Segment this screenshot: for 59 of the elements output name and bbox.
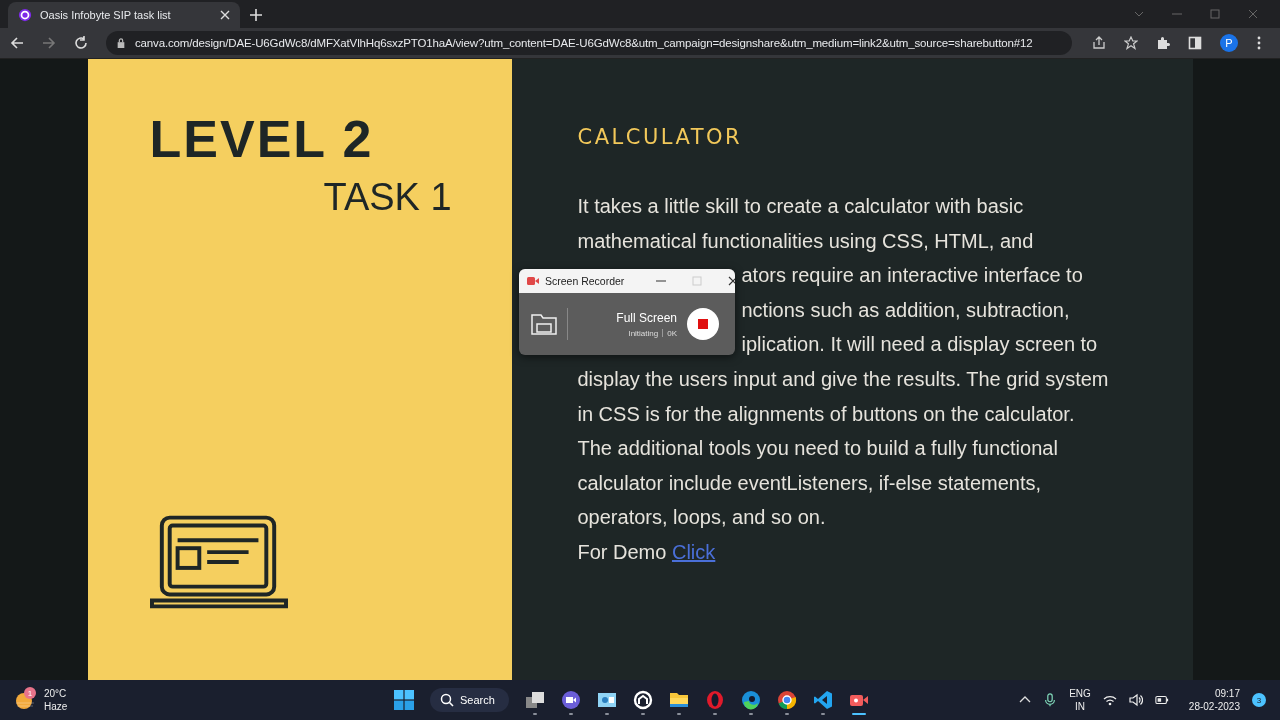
- paragraph-line: calculator include eventListeners, if-else statements,: [577, 471, 1042, 494]
- slide-subheading: TASK 1: [322, 176, 453, 220]
- paragraph-line: nctions such as addition, subtraction,: [741, 298, 1070, 321]
- search-button[interactable]: Search: [430, 688, 509, 712]
- battery-icon[interactable]: [1154, 693, 1169, 707]
- chevron-down-icon[interactable]: [1134, 9, 1144, 19]
- folder-icon[interactable]: [668, 690, 689, 710]
- profile-avatar[interactable]: P: [1220, 34, 1238, 52]
- paragraph-line: ators require an interactive interface to: [741, 264, 1083, 287]
- search-icon: [440, 693, 454, 707]
- paragraph-line: display the users input and give the results. The grid system: [577, 367, 1109, 390]
- notification-badge[interactable]: 3: [1252, 693, 1266, 707]
- volume-icon[interactable]: [1128, 693, 1143, 707]
- laptop-icon: [149, 514, 288, 610]
- share-icon[interactable]: [1092, 36, 1106, 50]
- close-icon[interactable]: [728, 276, 735, 286]
- star-icon[interactable]: [1124, 36, 1138, 50]
- store-icon[interactable]: [632, 690, 653, 710]
- reload-icon[interactable]: [74, 36, 88, 50]
- stop-button[interactable]: [687, 308, 719, 340]
- puzzle-icon[interactable]: [1156, 36, 1170, 50]
- wifi-icon[interactable]: [1102, 693, 1117, 707]
- paragraph-line: The additional tools you need to build a fully functional: [577, 437, 1058, 460]
- microphone-icon[interactable]: [1043, 693, 1058, 707]
- task-view-icon[interactable]: [524, 690, 545, 710]
- weather-badge: 1: [24, 687, 36, 699]
- forward-icon[interactable]: [42, 36, 56, 50]
- recording-mode: Full Screen: [616, 310, 677, 325]
- weather-condition: Haze: [44, 700, 68, 713]
- demo-label: For Demo: [577, 540, 667, 563]
- widgets-icon[interactable]: [596, 690, 617, 710]
- paragraph-line: operators, loops, and so on.: [577, 506, 826, 529]
- video-chat-icon[interactable]: [560, 690, 581, 710]
- code-editor-icon[interactable]: [812, 690, 833, 710]
- sidebar-icon[interactable]: [1188, 36, 1202, 50]
- paragraph-line: mathematical functionalities using CSS, HTML, and: [577, 229, 1034, 252]
- paragraph-line: iplication. It will need a display screen to: [741, 333, 1098, 356]
- opera-icon[interactable]: [704, 690, 725, 710]
- recording-status: Initiating: [628, 328, 659, 338]
- clock[interactable]: 09:17 28-02-2023: [1188, 686, 1240, 714]
- chrome-icon[interactable]: [776, 690, 797, 710]
- file-size: 0K: [667, 328, 677, 338]
- temperature: 20°C: [44, 687, 68, 700]
- window-title: Screen Recorder: [545, 275, 625, 287]
- browser-tab[interactable]: Oasis Infobyte SIP task list: [8, 2, 240, 28]
- edge-icon[interactable]: [740, 690, 761, 710]
- back-icon[interactable]: [10, 36, 24, 50]
- tab-title: Oasis Infobyte SIP task list: [40, 9, 172, 21]
- language-indicator[interactable]: ENG IN: [1069, 686, 1091, 714]
- new-tab-icon[interactable]: [250, 9, 262, 21]
- paragraph-line: It takes a little skill to create a calculator with basic: [577, 195, 1024, 217]
- slide-heading: LEVEL 2: [149, 111, 375, 169]
- canva-logo-icon: [18, 8, 32, 22]
- address-field[interactable]: canva.com/design/DAE-U6GdWc8/dMFXatVlhHq6sxzPTO1haA/view?utm_content=DAE-U6GdWc8&utm_campaign=designshare&utm_medium=link2&utm_source=sharebutton#12: [106, 31, 1072, 55]
- paragraph-line: in CSS is for the alignments of buttons on the calculator.: [577, 402, 1075, 425]
- slide-title: CALCULATOR: [577, 125, 744, 149]
- lock-icon: [116, 38, 126, 48]
- camera-icon: [527, 275, 539, 287]
- windows-logo-icon[interactable]: [394, 690, 414, 710]
